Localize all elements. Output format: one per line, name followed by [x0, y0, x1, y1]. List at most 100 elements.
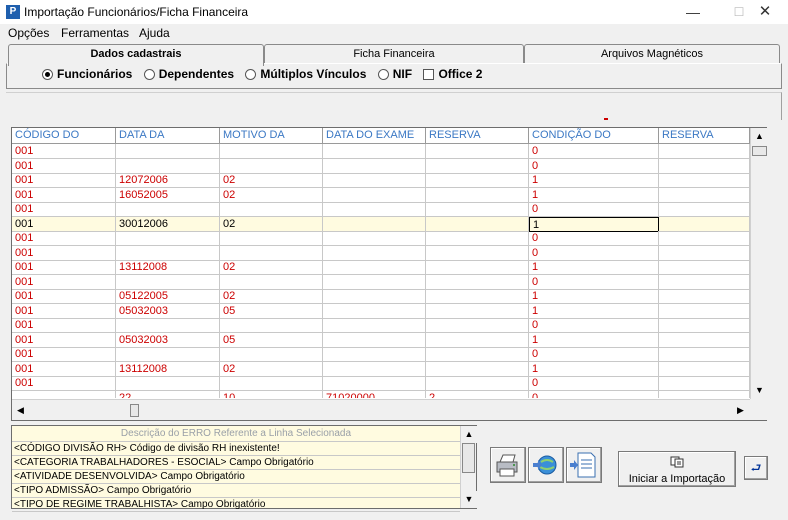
table-cell[interactable]: [323, 260, 426, 275]
table-cell[interactable]: [116, 158, 220, 174]
table-cell[interactable]: 0: [529, 347, 659, 362]
table-row[interactable]: 001 13112008 02 1: [12, 361, 750, 377]
scroll-up-icon[interactable]: ▲: [461, 426, 477, 443]
table-cell[interactable]: [659, 187, 750, 203]
export-web-button[interactable]: [528, 447, 564, 483]
table-cell[interactable]: 001: [12, 158, 116, 174]
table-cell[interactable]: [659, 260, 750, 275]
table-cell[interactable]: [323, 376, 426, 391]
table-row[interactable]: 001 0: [12, 376, 750, 391]
table-cell[interactable]: 12072006: [116, 173, 220, 188]
scroll-thumb[interactable]: [130, 404, 139, 417]
table-cell[interactable]: [323, 202, 426, 217]
table-cell[interactable]: [323, 231, 426, 246]
table-cell[interactable]: [220, 158, 323, 174]
table-cell[interactable]: 0: [529, 158, 659, 174]
table-cell[interactable]: 2: [426, 390, 529, 398]
table-cell[interactable]: [220, 376, 323, 391]
table-cell[interactable]: [116, 144, 220, 159]
scroll-right-icon[interactable]: ▶: [732, 402, 749, 419]
table-cell[interactable]: [323, 144, 426, 159]
table-row[interactable]: 001 0: [12, 231, 750, 246]
table-cell[interactable]: 001: [12, 245, 116, 261]
tab-arquivos-magneticos[interactable]: Arquivos Magnéticos: [524, 44, 780, 64]
table-cell[interactable]: [426, 361, 529, 377]
table-cell[interactable]: 001: [12, 361, 116, 377]
table-cell[interactable]: [659, 289, 750, 304]
table-cell[interactable]: [323, 332, 426, 348]
radio-dependentes[interactable]: Dependentes: [143, 67, 234, 81]
table-cell[interactable]: [323, 347, 426, 362]
table-cell[interactable]: [659, 318, 750, 333]
table-cell[interactable]: 001: [12, 332, 116, 348]
table-row[interactable]: 001 12072006 02 1: [12, 173, 750, 188]
table-row[interactable]: 001 16052005 02 1: [12, 187, 750, 203]
table-cell[interactable]: 001: [12, 347, 116, 362]
table-cell[interactable]: [323, 187, 426, 203]
back-button[interactable]: ⮐: [744, 456, 768, 480]
table-cell[interactable]: [426, 289, 529, 304]
table-cell[interactable]: 001: [12, 216, 116, 232]
table-cell[interactable]: 13112008: [116, 260, 220, 275]
error-line[interactable]: <CÓDIGO DIVISÃO RH> Código de divisão RH…: [12, 442, 460, 456]
table-cell[interactable]: [426, 158, 529, 174]
table-cell[interactable]: 1: [529, 289, 659, 304]
print-button[interactable]: [490, 447, 526, 483]
table-cell[interactable]: 02: [220, 361, 323, 377]
table-cell[interactable]: [659, 158, 750, 174]
data-grid[interactable]: CÓDIGO DO DATA DA MOTIVO DA DATA DO EXAM…: [11, 127, 768, 421]
table-row[interactable]: 001 0: [12, 318, 750, 333]
table-cell[interactable]: 001: [12, 376, 116, 391]
table-cell[interactable]: [426, 260, 529, 275]
table-cell[interactable]: [323, 289, 426, 304]
table-cell[interactable]: [220, 347, 323, 362]
table-cell[interactable]: 1: [529, 361, 659, 377]
table-cell[interactable]: [116, 318, 220, 333]
table-cell[interactable]: [659, 144, 750, 159]
table-cell[interactable]: [426, 231, 529, 246]
table-cell[interactable]: 1: [529, 216, 659, 232]
grid-vertical-scrollbar[interactable]: ▲ ▼: [750, 128, 768, 399]
table-cell[interactable]: 05: [220, 303, 323, 319]
table-row[interactable]: 001 0: [12, 274, 750, 290]
table-cell[interactable]: 001: [12, 187, 116, 203]
table-cell[interactable]: 0: [529, 202, 659, 217]
table-row[interactable]: 001 0: [12, 158, 750, 174]
table-cell[interactable]: [426, 202, 529, 217]
table-cell[interactable]: 001: [12, 173, 116, 188]
radio-nif[interactable]: NIF: [377, 67, 412, 81]
table-cell[interactable]: [426, 274, 529, 290]
table-row[interactable]: 22 10 71020000 2 0: [12, 390, 750, 398]
error-line[interactable]: <TIPO ADMISSÃO> Campo Obrigatório: [12, 484, 460, 498]
scroll-down-icon[interactable]: ▼: [461, 491, 477, 508]
error-line[interactable]: <ATIVIDADE DESENVOLVIDA> Campo Obrigatór…: [12, 470, 460, 484]
table-cell[interactable]: 22: [116, 390, 220, 398]
table-cell[interactable]: 02: [220, 187, 323, 203]
table-cell[interactable]: [426, 376, 529, 391]
grid-horizontal-scrollbar[interactable]: ◀ ▶: [12, 399, 750, 420]
table-cell[interactable]: 0: [529, 144, 659, 159]
close-button[interactable]: ✕: [742, 0, 788, 24]
table-cell[interactable]: 001: [12, 260, 116, 275]
table-cell[interactable]: [426, 245, 529, 261]
table-row[interactable]: 001 05032003 05 1: [12, 303, 750, 319]
table-row[interactable]: 001 0: [12, 245, 750, 261]
scroll-down-icon[interactable]: ▼: [751, 382, 768, 399]
table-cell[interactable]: 1: [529, 303, 659, 319]
table-cell[interactable]: [12, 390, 116, 398]
table-cell[interactable]: [426, 173, 529, 188]
table-cell[interactable]: [659, 361, 750, 377]
table-cell[interactable]: [659, 303, 750, 319]
menu-ferramentas[interactable]: Ferramentas: [61, 26, 129, 40]
column-header[interactable]: MOTIVO DA: [220, 128, 323, 144]
tab-dados-cadastrais[interactable]: Dados cadastrais: [8, 44, 264, 66]
table-cell[interactable]: [220, 318, 323, 333]
table-cell[interactable]: 16052005: [116, 187, 220, 203]
table-cell[interactable]: 10: [220, 390, 323, 398]
table-cell[interactable]: 001: [12, 274, 116, 290]
table-cell[interactable]: [426, 318, 529, 333]
table-row[interactable]: 001 05032003 05 1: [12, 332, 750, 348]
column-header[interactable]: RESERVA: [426, 128, 529, 144]
table-cell[interactable]: [323, 245, 426, 261]
table-row[interactable]: 001 30012006 02 1: [12, 216, 750, 232]
